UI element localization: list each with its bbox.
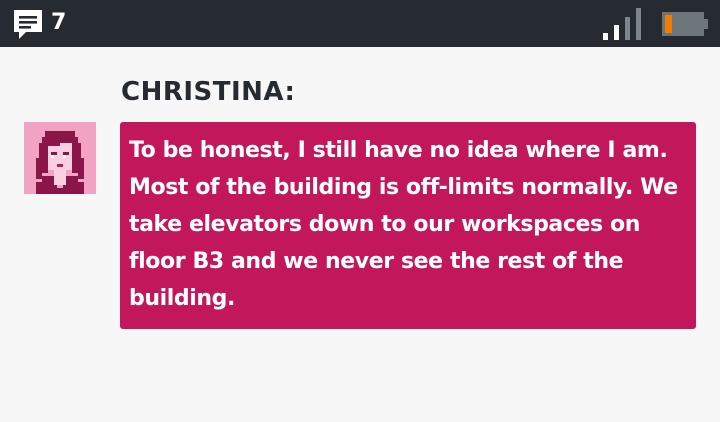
status-bar: 7 — [0, 0, 720, 47]
christina-portrait-icon — [24, 122, 96, 194]
battery-low-icon — [662, 12, 708, 36]
dialogue-text: To be honest, I still have no idea where… — [129, 138, 678, 311]
dialogue-bubble[interactable]: To be honest, I still have no idea where… — [120, 122, 696, 329]
speaker-avatar — [24, 122, 96, 194]
signal-strength-icon — [603, 8, 641, 40]
speaker-name: CHRISTINA: — [121, 77, 296, 107]
message-count: 7 — [51, 10, 67, 35]
chat-bubble-icon[interactable] — [12, 8, 44, 40]
